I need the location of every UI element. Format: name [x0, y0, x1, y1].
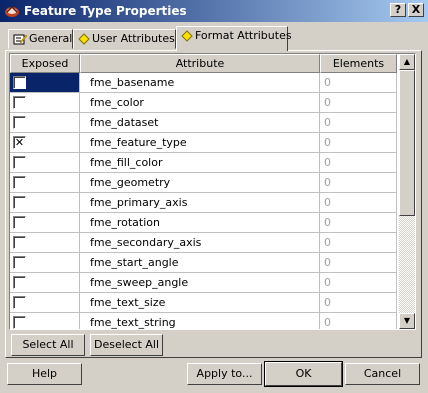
exposed-checkbox[interactable] [13, 316, 26, 329]
tab-strip: General User Attributes Format Attribute… [0, 26, 428, 51]
attribute-name: fme_text_size [80, 293, 320, 313]
exposed-cell [10, 253, 80, 273]
exposed-cell [10, 313, 80, 329]
exposed-checkbox[interactable] [13, 76, 26, 89]
exposed-cell [10, 293, 80, 313]
elements-value: 0 [320, 173, 397, 193]
attribute-name: fme_geometry [80, 173, 320, 193]
tab-user-attributes[interactable]: User Attributes [73, 29, 176, 49]
elements-value: 0 [320, 293, 397, 313]
apply-to-button[interactable]: Apply to... [187, 363, 262, 385]
scroll-down-icon[interactable]: ▼ [399, 313, 415, 329]
column-header-exposed[interactable]: Exposed [10, 54, 80, 73]
cancel-button[interactable]: Cancel [345, 363, 420, 385]
column-header-attribute[interactable]: Attribute [80, 54, 320, 73]
attribute-name: fme_dataset [80, 113, 320, 133]
table-row[interactable]: fme_text_size 0 [10, 293, 397, 313]
elements-value: 0 [320, 113, 397, 133]
table-row[interactable]: fme_start_angle 0 [10, 253, 397, 273]
scroll-up-icon[interactable]: ▲ [399, 54, 415, 70]
attribute-name: fme_color [80, 93, 320, 113]
elements-value: 0 [320, 73, 397, 93]
close-button[interactable]: X [408, 3, 424, 17]
exposed-cell [10, 273, 80, 293]
elements-value: 0 [320, 253, 397, 273]
attribute-name: fme_basename [80, 73, 320, 93]
elements-value: 0 [320, 233, 397, 253]
attribute-name: fme_text_string [80, 313, 320, 329]
exposed-checkbox[interactable] [13, 156, 26, 169]
elements-value: 0 [320, 193, 397, 213]
table-row[interactable]: fme_sweep_angle 0 [10, 273, 397, 293]
attributes-grid[interactable]: Exposed Attribute Elements fme_basename 0… [9, 53, 416, 330]
exposed-cell [10, 93, 80, 113]
table-row[interactable]: fme_fill_color 0 [10, 153, 397, 173]
yellow-diamond-icon [78, 33, 90, 45]
exposed-cell [10, 173, 80, 193]
scroll-thumb[interactable] [399, 70, 415, 216]
exposed-cell: ✕ [10, 133, 80, 153]
exposed-checkbox[interactable] [13, 96, 26, 109]
table-row[interactable]: fme_dataset 0 [10, 113, 397, 133]
exposed-cell [10, 213, 80, 233]
elements-value: 0 [320, 133, 397, 153]
help-title-button[interactable]: ? [390, 3, 406, 17]
table-row[interactable]: fme_rotation 0 [10, 213, 397, 233]
table-row[interactable]: fme_geometry 0 [10, 173, 397, 193]
exposed-checkbox[interactable] [13, 296, 26, 309]
exposed-cell [10, 193, 80, 213]
window-title: Feature Type Properties [24, 4, 187, 18]
deselect-all-button[interactable]: Deselect All [90, 334, 163, 356]
table-row[interactable]: fme_secondary_axis 0 [10, 233, 397, 253]
app-logo-icon [5, 5, 19, 17]
table-row[interactable]: fme_primary_axis 0 [10, 193, 397, 213]
column-header-elements[interactable]: Elements [320, 54, 397, 73]
exposed-cell [10, 73, 80, 93]
table-row[interactable]: fme_color 0 [10, 93, 397, 113]
yellow-diamond-icon [181, 30, 193, 42]
exposed-checkbox[interactable] [13, 176, 26, 189]
edit-form-icon [13, 34, 27, 45]
tab-general[interactable]: General [8, 29, 73, 49]
exposed-checkbox[interactable] [13, 216, 26, 229]
select-all-button[interactable]: Select All [11, 334, 85, 356]
ok-button[interactable]: OK [264, 361, 343, 387]
elements-value: 0 [320, 213, 397, 233]
attribute-name: fme_start_angle [80, 253, 320, 273]
tab-format-attributes-label: Format Attributes [195, 29, 292, 42]
vertical-scrollbar[interactable]: ▲ ▼ [399, 54, 415, 329]
exposed-checkbox[interactable] [13, 196, 26, 209]
exposed-checkbox[interactable] [13, 256, 26, 269]
table-row[interactable]: fme_basename 0 [10, 73, 397, 93]
tab-general-label: General [29, 32, 73, 45]
attribute-name: fme_sweep_angle [80, 273, 320, 293]
table-row[interactable]: ✕ fme_feature_type 0 [10, 133, 397, 153]
table-row[interactable]: fme_text_string 0 [10, 313, 397, 329]
elements-value: 0 [320, 273, 397, 293]
attribute-name: fme_feature_type [80, 133, 320, 153]
exposed-cell [10, 153, 80, 173]
attribute-name: fme_rotation [80, 213, 320, 233]
elements-value: 0 [320, 313, 397, 329]
exposed-cell [10, 113, 80, 133]
exposed-checkbox[interactable] [13, 276, 26, 289]
tab-user-attributes-label: User Attributes [92, 32, 175, 45]
attribute-name: fme_primary_axis [80, 193, 320, 213]
exposed-checkbox[interactable] [13, 236, 26, 249]
exposed-checkbox[interactable] [13, 116, 26, 129]
help-button[interactable]: Help [7, 363, 82, 385]
attribute-name: fme_fill_color [80, 153, 320, 173]
elements-value: 0 [320, 153, 397, 173]
exposed-cell [10, 233, 80, 253]
elements-value: 0 [320, 93, 397, 113]
exposed-checkbox[interactable]: ✕ [13, 136, 26, 149]
title-bar[interactable]: Feature Type Properties ? X [0, 0, 428, 22]
tab-format-attributes[interactable]: Format Attributes [176, 26, 292, 51]
attribute-name: fme_secondary_axis [80, 233, 320, 253]
